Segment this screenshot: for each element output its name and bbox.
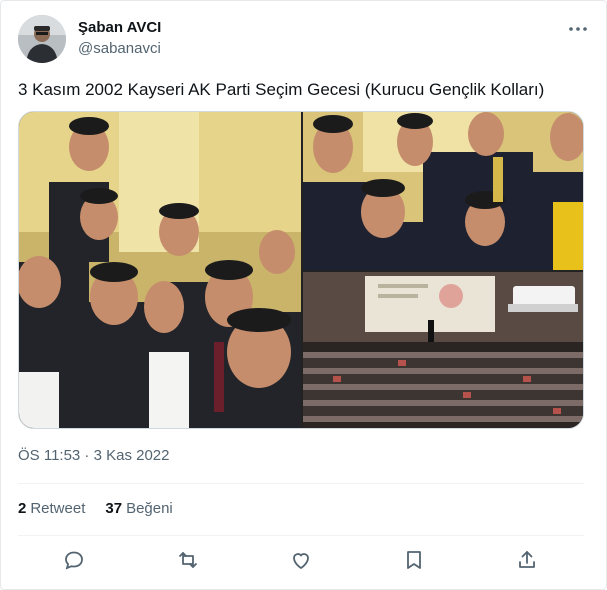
tweet-card: Şaban AVCI @sabanavci 3 Kasım 2002 Kayse… <box>0 0 607 590</box>
likes-label: Beğeni <box>126 500 173 517</box>
likes-stat[interactable]: 37 Beğeni <box>105 500 172 517</box>
engagement-stats: 2 Retweet 37 Beğeni <box>18 500 173 517</box>
action-bar <box>18 542 584 578</box>
like-icon[interactable] <box>289 548 313 572</box>
more-options-icon[interactable] <box>566 19 590 39</box>
photo-audience-hall[interactable] <box>303 272 583 428</box>
bookmark-icon[interactable] <box>402 548 426 572</box>
photo-group-men[interactable] <box>19 112 301 428</box>
tweet-timestamp[interactable]: ÖS 11:53 · 3 Kas 2022 <box>18 447 170 464</box>
retweet-icon[interactable] <box>176 548 200 572</box>
tweet-text: 3 Kasım 2002 Kayseri AK Parti Seçim Gece… <box>18 80 545 99</box>
media-grid <box>18 111 584 429</box>
photo-young-men[interactable] <box>303 112 583 270</box>
divider <box>18 535 584 536</box>
author-handle[interactable]: @sabanavci <box>78 40 161 57</box>
author-avatar[interactable] <box>18 15 66 63</box>
retweets-label: Retweet <box>30 500 86 517</box>
retweets-stat[interactable]: 2 Retweet <box>18 500 85 517</box>
reply-icon[interactable] <box>62 548 86 572</box>
divider <box>18 483 584 484</box>
likes-count: 37 <box>105 500 123 517</box>
retweets-count: 2 <box>18 500 27 517</box>
share-icon[interactable] <box>515 548 539 572</box>
author-name[interactable]: Şaban AVCI <box>78 19 161 36</box>
